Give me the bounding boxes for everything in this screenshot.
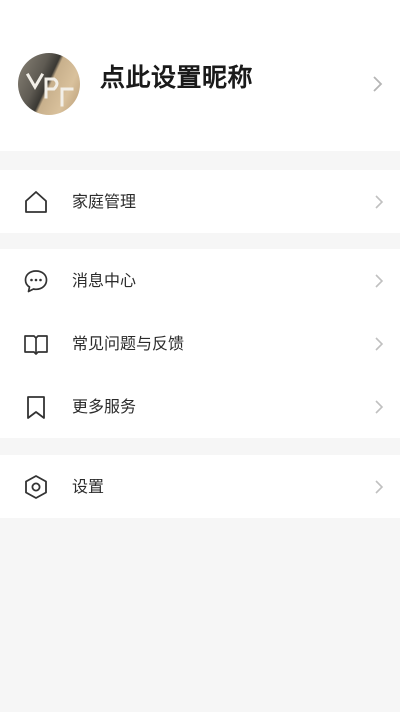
chevron-right-icon: [375, 274, 384, 288]
chevron-right-icon: [375, 400, 384, 414]
chevron-right-icon: [375, 195, 384, 209]
chat-bubble-icon: [24, 270, 48, 293]
chevron-right-icon: [375, 337, 384, 351]
profile-page: 点此设置昵称 家庭管理 消息中心 常见问题与反馈 更多服务 设置: [0, 0, 400, 712]
menu-item-label: 常见问题与反馈: [72, 334, 185, 353]
menu-group-main: 消息中心 常见问题与反馈 更多服务: [0, 249, 400, 438]
bookmark-icon: [27, 396, 45, 419]
avatar[interactable]: [18, 53, 80, 115]
menu-item-label: 消息中心: [72, 271, 137, 290]
avatar-logo-icon: [25, 72, 74, 107]
menu-item-label: 设置: [72, 477, 105, 496]
menu-group-home: 家庭管理: [0, 170, 400, 233]
nickname[interactable]: 点此设置昵称: [100, 58, 253, 94]
menu-item-label: 家庭管理: [72, 192, 137, 211]
menu-item-more-services[interactable]: 更多服务: [0, 375, 400, 438]
menu-item-label: 更多服务: [72, 397, 137, 416]
hexagon-settings-icon: [25, 475, 47, 499]
chevron-right-icon: [375, 480, 384, 494]
menu-item-settings[interactable]: 设置: [0, 455, 400, 518]
menu-item-home-management[interactable]: 家庭管理: [0, 170, 400, 233]
chevron-right-icon[interactable]: [372, 75, 384, 93]
house-icon: [25, 191, 47, 213]
menu-item-messages[interactable]: 消息中心: [0, 249, 400, 312]
open-book-icon: [24, 335, 48, 355]
menu-item-faq-feedback[interactable]: 常见问题与反馈: [0, 312, 400, 375]
profile-header[interactable]: 点此设置昵称: [0, 0, 400, 151]
menu-group-settings: 设置: [0, 455, 400, 518]
